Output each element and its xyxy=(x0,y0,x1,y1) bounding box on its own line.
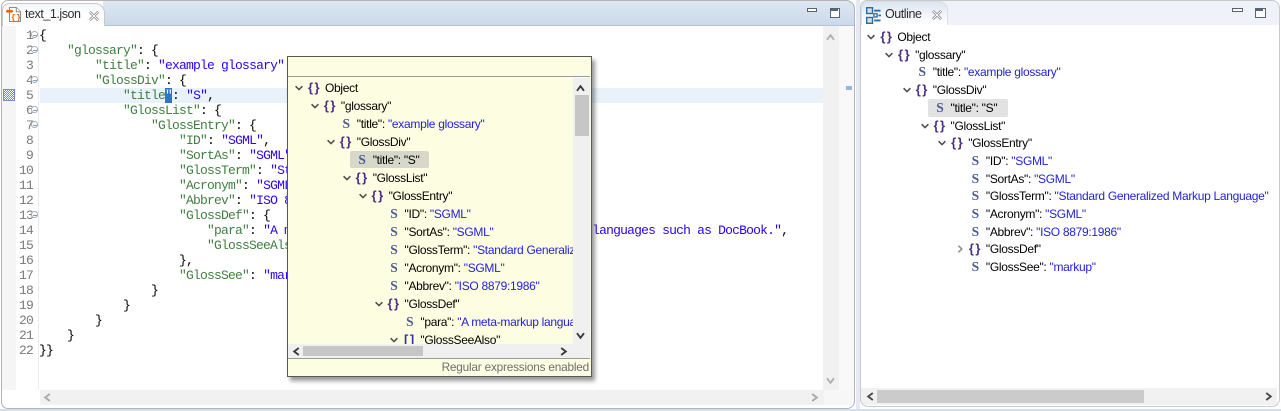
svg-text:{}: {} xyxy=(11,13,21,23)
